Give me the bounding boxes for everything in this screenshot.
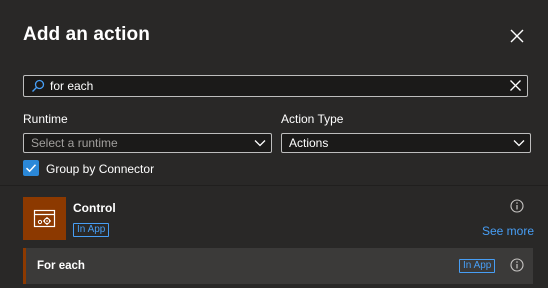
search-icon: [32, 79, 45, 92]
close-icon[interactable]: [508, 27, 526, 45]
action-type-value: Actions: [289, 136, 329, 150]
group-by-connector-label: Group by Connector: [46, 162, 155, 176]
group-by-connector-checkbox[interactable]: [23, 160, 39, 176]
in-app-badge: In App: [73, 223, 110, 237]
chevron-down-icon: [254, 140, 266, 147]
search-box: [23, 75, 528, 97]
search-input[interactable]: [50, 77, 490, 95]
panel-title: Add an action: [23, 24, 150, 45]
action-label: For each: [37, 260, 85, 272]
see-more-link[interactable]: See more: [482, 224, 534, 238]
info-icon[interactable]: [510, 199, 524, 213]
runtime-dropdown[interactable]: Select a runtime: [23, 133, 272, 153]
control-gear-icon: [33, 209, 56, 228]
info-icon[interactable]: [510, 258, 524, 272]
action-type-label: Action Type: [281, 112, 344, 126]
checkmark-icon: [25, 164, 37, 173]
divider: [0, 185, 548, 186]
in-app-badge: In App: [459, 259, 496, 273]
chevron-down-icon: [513, 140, 525, 147]
control-connector-icon[interactable]: [23, 197, 66, 240]
connector-name: Control: [73, 201, 116, 215]
add-action-panel: Add an action Runtime Select a runtime A…: [0, 0, 548, 288]
clear-search-icon[interactable]: [509, 79, 522, 92]
action-item-for-each[interactable]: For each In App: [23, 248, 533, 284]
connector-color-accent: [23, 248, 26, 284]
runtime-placeholder: Select a runtime: [31, 136, 118, 150]
action-type-dropdown[interactable]: Actions: [281, 133, 531, 153]
runtime-label: Runtime: [23, 112, 68, 126]
